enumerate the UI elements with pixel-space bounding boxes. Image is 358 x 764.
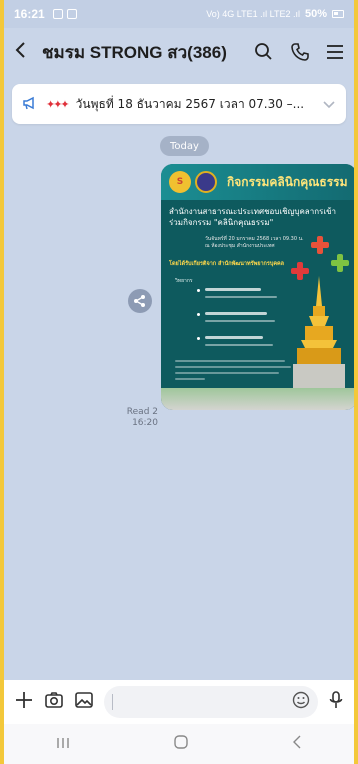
message-meta: Read 2 16:20	[120, 407, 158, 429]
speaker-bullet	[197, 313, 200, 316]
poster-heading: สำนักงานสาธารณะประเทศชอบเชิญบุคลากรเข้าร…	[169, 207, 337, 227]
message-input-bar	[4, 680, 354, 724]
search-icon[interactable]	[254, 42, 274, 62]
speaker-role-line	[205, 296, 277, 298]
status-time: 16:21	[14, 7, 45, 21]
network-status: Vo) 4G LTE1 .ıl LTE2 .ıl	[206, 9, 300, 19]
message-input[interactable]	[113, 695, 292, 709]
message-time: 16:20	[132, 418, 158, 428]
green-cross-icon	[331, 254, 349, 272]
menu-icon[interactable]	[326, 44, 344, 60]
share-icon[interactable]	[128, 289, 152, 313]
poster-body-line	[175, 372, 279, 374]
poster-ground	[161, 388, 354, 410]
emoji-icon[interactable]	[292, 691, 310, 713]
poster-banner: S กิจกรรมคลินิกคุณธรรม	[161, 164, 354, 200]
speaker-name-line	[205, 288, 261, 291]
poster-body-line	[175, 366, 291, 368]
emblem-logo	[195, 171, 217, 193]
gallery-icon[interactable]	[74, 691, 94, 713]
microphone-icon[interactable]	[328, 690, 344, 714]
megaphone-icon	[22, 95, 38, 114]
status-right: Vo) 4G LTE1 .ıl LTE2 .ıl 50%	[206, 8, 344, 20]
status-icons	[52, 9, 77, 19]
announcement-bar[interactable]: ✦✦✦ วันพุธที่ 18 ธันวาคม 2567 เวลา 07.30…	[12, 84, 346, 124]
battery-icon	[332, 10, 344, 18]
nav-back-icon[interactable]	[291, 734, 303, 754]
speaker-name-line	[205, 336, 263, 339]
plus-icon[interactable]	[14, 690, 34, 714]
speaker-bullet	[197, 289, 200, 292]
system-nav-bar	[4, 724, 354, 764]
speaker-role-line	[205, 344, 273, 346]
read-receipt: Read 2	[126, 407, 158, 417]
gallery-notification-icon	[52, 9, 63, 19]
poster-date: วันจันทร์ที่ 20 มกราคม 2568 เวลา 09.30 น…	[205, 236, 304, 249]
chat-title[interactable]: ชมรม STRONG สว(386)	[42, 39, 227, 66]
poster-body-line	[175, 378, 205, 380]
confetti-icon: ✦✦✦	[46, 97, 70, 111]
chevron-down-icon[interactable]	[322, 95, 336, 114]
home-icon[interactable]	[173, 734, 189, 754]
recent-apps-icon[interactable]	[55, 735, 71, 754]
poster-organizer: โดยได้รับเกียรติจาก สำนักพัฒนาทรัพยากรบุ…	[169, 261, 285, 267]
camera-icon[interactable]	[44, 691, 64, 713]
image-message[interactable]: S กิจกรรมคลินิกคุณธรรม สำนักงานสาธารณะปร…	[161, 164, 354, 410]
poster-title: กิจกรรมคลินิกคุณธรรม	[227, 174, 348, 189]
announcement-text: วันพุธที่ 18 ธันวาคม 2567 เวลา 07.30 –..…	[75, 96, 305, 111]
chat-header: ชมรม STRONG สว(386)	[4, 28, 354, 76]
message-field[interactable]	[104, 686, 318, 718]
poster-body-line	[175, 360, 285, 362]
speaker-name-line	[205, 312, 267, 315]
image-notification-icon	[66, 9, 77, 19]
speaker-role-line	[205, 320, 275, 322]
strong-logo: S	[169, 171, 191, 193]
back-icon[interactable]	[14, 40, 38, 65]
app-frame: 16:21 Vo) 4G LTE1 .ıl LTE2 .ıl 50% ชมรม …	[4, 0, 354, 764]
battery-percent: 50%	[304, 8, 327, 20]
red-cross-icon	[311, 236, 329, 254]
phone-icon[interactable]	[290, 42, 310, 62]
date-separator: Today	[160, 136, 209, 156]
speaker-bullet	[197, 337, 200, 340]
status-bar: 16:21 Vo) 4G LTE1 .ıl LTE2 .ıl 50%	[4, 0, 354, 28]
pagoda-icon	[293, 276, 345, 388]
header-actions	[254, 42, 344, 62]
poster-speakers-label: วิทยากร	[175, 278, 193, 284]
